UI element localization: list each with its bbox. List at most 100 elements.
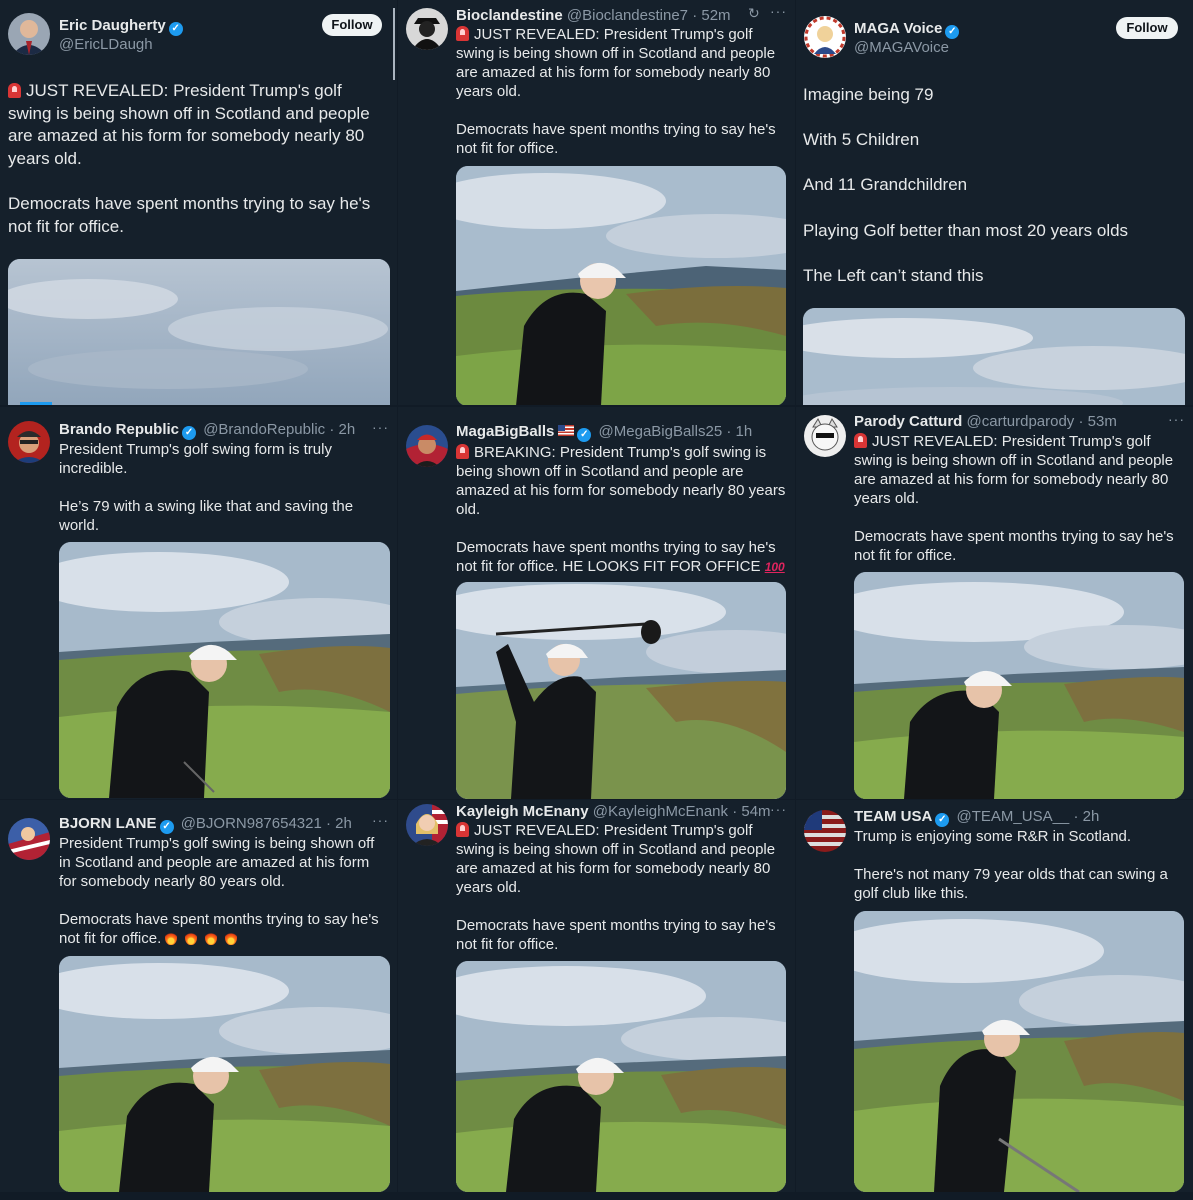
author-name[interactable]: Kayleigh McEnany [456, 803, 589, 820]
post-header: Brando Republic ✓ @BrandoRepublic · 2h [59, 420, 355, 440]
post-text: Trump is enjoying some R&R in Scotland. … [854, 827, 1184, 922]
verified-badge-icon: ✓ [945, 25, 960, 39]
avatar[interactable] [406, 804, 448, 846]
post-paragraph-1: Imagine being 79 [803, 85, 934, 104]
post-card-brando-republic[interactable]: Brando Republic ✓ @BrandoRepublic · 2h ··… [0, 407, 397, 799]
more-options-icon[interactable]: ··· [372, 419, 389, 435]
author-name[interactable]: Parody Catturd [854, 413, 962, 430]
author-handle[interactable]: @carturdparody [967, 413, 1075, 430]
more-options-icon[interactable]: ··· [1168, 411, 1185, 427]
post-video-thumbnail[interactable] [59, 956, 390, 1192]
post-paragraph-2: Democrats have spent months trying to sa… [854, 528, 1174, 564]
post-text: JUST REVEALED: President Trump's golf sw… [8, 80, 386, 261]
avatar[interactable] [804, 16, 846, 58]
verified-badge-icon: ✓ [159, 820, 174, 834]
author-handle[interactable]: @Bioclandestine7 [567, 7, 688, 24]
post-paragraph-1: JUST REVEALED: President Trump's golf sw… [456, 26, 776, 100]
author-handle[interactable]: @KayleighMcEnank [593, 803, 728, 820]
post-time[interactable]: · 2h [329, 421, 355, 438]
avatar[interactable] [406, 425, 448, 467]
author-name[interactable]: MagaBigBalls [456, 423, 554, 440]
siren-icon [456, 444, 469, 459]
post-text: President Trump's golf swing is being sh… [59, 834, 389, 967]
post-paragraph-4: Playing Golf better than most 20 years o… [803, 220, 1129, 240]
post-media-image[interactable] [803, 308, 1185, 405]
post-text: JUST REVEALED: President Trump's golf sw… [456, 821, 786, 973]
post-video-thumbnail[interactable] [59, 542, 390, 798]
post-paragraph-2: There's not many 79 year olds that can s… [854, 866, 1168, 902]
verified-badge-icon: ✓ [168, 22, 183, 36]
post-paragraph-2: He’s 79 with a swing like that and savin… [59, 498, 354, 534]
author-handle[interactable]: @TEAM_USA__ [957, 808, 1070, 825]
post-video-thumbnail[interactable] [854, 911, 1184, 1192]
post-card-team-usa[interactable]: TEAM USA ✓ @TEAM_USA__ · 2h Trump is enjo… [796, 800, 1193, 1192]
siren-icon [456, 26, 469, 41]
verified-badge-icon: ✓ [182, 426, 197, 440]
post-header: Bioclandestine @Bioclandestine7 · 52m [456, 6, 731, 25]
post-text: JUST REVEALED: President Trump's golf sw… [456, 25, 786, 177]
post-paragraph-1: President Trump's golf swing form is tru… [59, 441, 332, 477]
avatar[interactable] [8, 13, 50, 55]
post-time[interactable]: · 54m [732, 803, 770, 820]
author-handle[interactable]: @MAGAVoice [854, 38, 949, 57]
post-header: Eric Daugherty ✓ [59, 16, 186, 36]
post-header: MAGA Voice ✓ [854, 19, 962, 39]
fire-icon [165, 929, 178, 945]
author-name[interactable]: Bioclandestine [456, 7, 563, 24]
post-time[interactable]: · 2h [326, 815, 352, 832]
post-time[interactable]: · 2h [1073, 808, 1099, 825]
author-handle[interactable]: @BrandoRepublic [203, 421, 325, 438]
fire-icon [225, 929, 238, 945]
hundred-points-icon: 100 [764, 560, 785, 574]
author-name[interactable]: MAGA Voice [854, 20, 942, 37]
post-video-thumbnail[interactable] [456, 582, 786, 799]
follow-button[interactable]: Follow [1116, 17, 1178, 39]
post-header: MagaBigBalls ✓ @MegaBigBalls25 · 1h [456, 422, 752, 442]
avatar[interactable] [8, 818, 50, 860]
post-header: BJORN LANE ✓ @BJORN987654321 · 2h [59, 814, 352, 834]
post-text: President Trump's golf swing form is tru… [59, 440, 381, 554]
post-paragraph-2: With 5 Children [803, 130, 920, 150]
post-card-parody-catturd[interactable]: Parody Catturd @carturdparody · 53m ··· … [796, 407, 1193, 799]
post-card-kayleigh-mcenany[interactable]: Kayleigh McEnany @KayleighMcEnank · 54m … [398, 800, 795, 1192]
follow-button[interactable]: Follow [322, 14, 382, 36]
post-paragraph-5: The Left can’t stand this [803, 265, 984, 285]
post-time[interactable]: · 53m [1078, 413, 1116, 430]
grok-icon[interactable]: ↻ [748, 5, 761, 22]
post-time[interactable]: · 52m [692, 7, 730, 24]
post-video-thumbnail[interactable] [456, 166, 786, 405]
more-options-icon[interactable]: ··· [372, 812, 389, 828]
fire-icon [205, 929, 218, 945]
post-paragraph-2: Democrats have spent months trying to sa… [456, 917, 776, 953]
author-handle[interactable]: @EricLDaugh [59, 35, 153, 54]
post-media-image[interactable] [8, 259, 390, 405]
post-card-bioclandestine[interactable]: Bioclandestine @Bioclandestine7 · 52m ↻ … [398, 0, 795, 405]
avatar[interactable] [804, 415, 846, 457]
avatar[interactable] [804, 810, 846, 852]
avatar[interactable] [8, 421, 50, 463]
post-card-bjorn-lane[interactable]: BJORN LANE ✓ @BJORN987654321 · 2h ··· Pre… [0, 800, 397, 1192]
post-time[interactable]: · 1h [726, 423, 752, 440]
post-paragraph-2: Democrats have spent months trying to sa… [59, 911, 379, 947]
more-options-icon[interactable]: ··· [770, 3, 787, 19]
author-name[interactable]: TEAM USA [854, 808, 932, 825]
avatar[interactable] [406, 8, 448, 50]
siren-icon [854, 433, 867, 448]
post-card-eric-daugherty[interactable]: Eric Daugherty ✓ @EricLDaugh Follow JUST … [0, 0, 397, 405]
siren-icon [456, 822, 469, 837]
post-video-thumbnail[interactable] [456, 961, 786, 1192]
author-name[interactable]: Brando Republic [59, 421, 179, 438]
author-name[interactable]: Eric Daugherty [59, 17, 166, 34]
post-paragraph-1: JUST REVEALED: President Trump's golf sw… [8, 81, 370, 168]
post-video-thumbnail[interactable] [854, 572, 1184, 799]
thread-divider [393, 8, 395, 80]
more-options-icon[interactable]: ··· [770, 801, 787, 817]
post-card-maga-voice[interactable]: MAGA Voice ✓ @MAGAVoice Follow Imagine be… [796, 0, 1193, 405]
author-handle[interactable]: @BJORN987654321 [181, 815, 322, 832]
author-name[interactable]: BJORN LANE [59, 815, 157, 832]
verified-badge-icon: ✓ [577, 428, 592, 442]
author-handle[interactable]: @MegaBigBalls25 [599, 423, 723, 440]
post-card-magabigballs[interactable]: MagaBigBalls ✓ @MegaBigBalls25 · 1h BREAK… [398, 407, 795, 799]
post-header: Kayleigh McEnany @KayleighMcEnank · 54m [456, 802, 771, 821]
us-flag-icon [558, 425, 575, 436]
